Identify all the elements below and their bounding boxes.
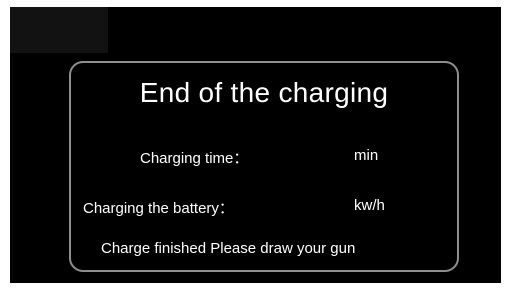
charging-end-dialog: End of the charging Charging time： min C… <box>69 61 459 272</box>
dialog-title: End of the charging <box>139 77 389 108</box>
status-message: Charge finished Please draw your gun <box>101 240 356 257</box>
charger-screen: End of the charging Charging time： min C… <box>10 7 501 283</box>
charging-time-unit: min <box>354 147 379 164</box>
screen-corner-patch <box>10 7 108 53</box>
charging-battery-label: Charging the battery： <box>83 200 234 217</box>
charging-time-label: Charging time： <box>140 150 249 167</box>
charging-battery-unit: kw/h <box>354 197 385 214</box>
